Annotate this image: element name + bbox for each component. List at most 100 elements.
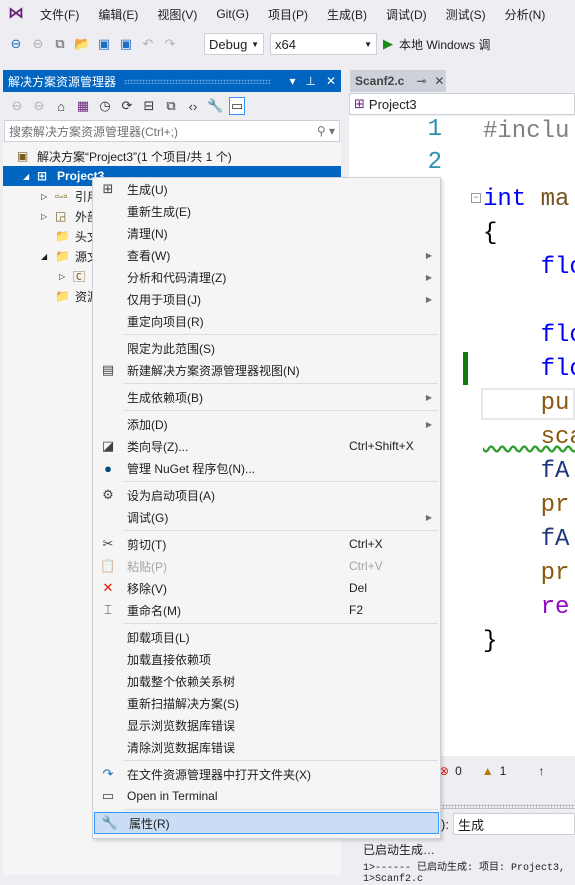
preview-selected-icon[interactable]: ▭	[229, 97, 245, 115]
tree-item[interactable]: ▣ 解决方案“Project3”(1 个项目/共 1 个)	[3, 146, 341, 166]
code-view-icon[interactable]: ‹›	[185, 99, 201, 114]
close-icon[interactable]: ✕	[434, 74, 444, 88]
menu-item[interactable]: 重新扫描解决方案(S)	[93, 692, 440, 714]
back-icon[interactable]: ⊖	[9, 98, 25, 114]
pending-changes-icon[interactable]: ◷	[97, 98, 113, 114]
nav-project: Project3	[368, 96, 417, 112]
menu-item-shortcut: F2	[349, 603, 364, 617]
collapse-icon[interactable]: −	[471, 193, 481, 203]
menu-2[interactable]: 视图(V)	[157, 6, 197, 23]
menu-item[interactable]: ✕ 移除(V) Del	[93, 577, 440, 599]
code-line: pu	[483, 387, 570, 421]
expander-icon[interactable]: ▷	[59, 272, 65, 281]
dropdown-icon[interactable]: ▾	[289, 74, 295, 88]
menu-item[interactable]: ⚙ 设为启动项目(A)	[93, 484, 440, 506]
menu-item[interactable]: 🔧 属性(R)	[94, 812, 439, 834]
expander-icon[interactable]: ▷	[41, 212, 47, 221]
menu-item[interactable]: 重新生成(E)	[93, 200, 440, 222]
line-number: 1	[427, 116, 442, 143]
menu-item[interactable]: 限定为此范围(S)	[93, 337, 440, 359]
output-source-select[interactable]: 生成	[452, 813, 575, 835]
menu-item[interactable]: 重定向项目(R)	[93, 310, 440, 332]
menu-item[interactable]: 加载整个依赖关系树	[93, 670, 440, 692]
configuration-select[interactable]: Debug ▼	[204, 33, 264, 55]
forward-icon[interactable]: ⊖	[31, 98, 47, 114]
undo-icon[interactable]: ↶	[140, 36, 156, 52]
refresh-icon[interactable]: ⟳	[119, 98, 135, 114]
new-project-icon[interactable]: ⧉	[52, 36, 68, 52]
forward-icon[interactable]: ⊖	[30, 36, 46, 52]
menu-item[interactable]: ● 管理 NuGet 程序包(N)...	[93, 457, 440, 479]
menu-item[interactable]: ◪ 类向导(Z)... Ctrl+Shift+X	[93, 435, 440, 457]
output-line: 1>------ 已启动生成: 项目: Project3,	[363, 863, 566, 874]
menu-item[interactable]: ▤ 新建解决方案资源管理器视图(N)	[93, 359, 440, 381]
menu-item[interactable]: 分析和代码清理(Z) ▶	[93, 266, 440, 288]
expander-icon[interactable]: ◢	[23, 172, 29, 181]
pin-icon[interactable]: ⊸	[416, 74, 426, 88]
pin-icon[interactable]: ⊥	[305, 74, 315, 88]
menu-item[interactable]: 仅用于项目(J) ▶	[93, 288, 440, 310]
output-source-label: ):	[441, 816, 449, 832]
menu-item[interactable]: 显示浏览数据库错误	[93, 714, 440, 736]
solution-search-input[interactable]: 搜索解决方案资源管理器(Ctrl+;) ⚲ ▾	[4, 120, 340, 142]
redo-icon[interactable]: ↷	[162, 36, 178, 52]
menu-item[interactable]: 调试(G) ▶	[93, 506, 440, 528]
build-icon: ⊞	[102, 181, 114, 196]
menu-5[interactable]: 生成(B)	[327, 6, 367, 23]
save-icon[interactable]: ▣	[96, 36, 112, 52]
tab-scanf2-c[interactable]: Scanf2.c ⊸ ✕	[350, 70, 446, 92]
collapse-all-icon[interactable]: ⊟	[141, 98, 157, 114]
up-arrow-icon[interactable]: ↑	[538, 764, 544, 778]
code-line: int ma	[483, 183, 569, 217]
search-icon: ⚲ ▾	[316, 124, 335, 138]
wrench-icon[interactable]: 🔧	[207, 98, 223, 114]
menu-0[interactable]: 文件(F)	[40, 6, 79, 23]
code-line: fA	[483, 455, 570, 489]
close-icon[interactable]: ✕	[326, 74, 336, 88]
scissors-icon: ✂	[102, 536, 114, 551]
menu-item[interactable]: 加载直接依赖项	[93, 648, 440, 670]
menu-4[interactable]: 项目(P)	[268, 6, 308, 23]
show-all-files-icon[interactable]: ⧉	[163, 98, 179, 114]
open-file-icon[interactable]: 📂	[74, 36, 90, 52]
filter-folder-icon: 📁	[55, 229, 70, 243]
code-line: #inclu	[483, 115, 569, 149]
code-line: }	[483, 625, 497, 659]
run-button[interactable]: 本地 Windows 调	[399, 36, 490, 53]
play-icon[interactable]: ▶	[383, 36, 393, 52]
submenu-arrow-icon: ▶	[425, 250, 432, 260]
menu-item[interactable]: 添加(D) ▶	[93, 413, 440, 435]
menu-item[interactable]: ✂ 剪切(T) Ctrl+X	[93, 533, 440, 555]
platform-select[interactable]: x64 ▼	[270, 33, 377, 55]
menu-item[interactable]: 📋 粘贴(P) Ctrl+V	[93, 555, 440, 577]
back-icon[interactable]: ⊖	[8, 36, 24, 52]
menu-item[interactable]: ⌶ 重命名(M) F2	[93, 599, 440, 621]
menu-6[interactable]: 调试(D)	[386, 6, 427, 23]
menu-item[interactable]: ⊞ 生成(U)	[93, 178, 440, 200]
menu-8[interactable]: 分析(N)	[505, 6, 546, 23]
menu-item[interactable]: 清除浏览数据库错误	[93, 736, 440, 758]
output-source-value: 生成	[457, 817, 484, 833]
menu-item[interactable]: ▭ Open in Terminal	[93, 785, 440, 807]
external-deps-icon: ◲	[55, 209, 67, 223]
switch-view-icon[interactable]: ▦	[75, 98, 91, 114]
menu-item-label: 属性(R)	[129, 816, 170, 831]
warning-icon[interactable]: ▲	[482, 764, 494, 778]
project-nav-dropdown[interactable]: ⊞ Project3	[349, 93, 575, 115]
menu-item[interactable]: 查看(W) ▶	[93, 244, 440, 266]
expander-icon[interactable]: ◢	[41, 252, 47, 261]
output-line: 已启动生成…	[363, 843, 436, 857]
expander-icon[interactable]: ▷	[41, 192, 47, 201]
menu-item[interactable]: ↷ 在文件资源管理器中打开文件夹(X)	[93, 763, 440, 785]
menu-item[interactable]: 清理(N)	[93, 222, 440, 244]
menu-item-label: 查看(W)	[127, 248, 171, 263]
save-all-icon[interactable]: ▣	[118, 36, 134, 52]
menu-item[interactable]: 卸载项目(L)	[93, 626, 440, 648]
menu-3[interactable]: Git(G)	[216, 7, 249, 21]
solution-explorer-toolbar: ⊖ ⊖ ⌂ ▦ ◷ ⟳ ⊟ ⧉ ‹› 🔧 ▭	[3, 92, 341, 120]
menu-item[interactable]: 生成依赖项(B) ▶	[93, 386, 440, 408]
submenu-arrow-icon: ▶	[425, 512, 432, 522]
menu-1[interactable]: 编辑(E)	[98, 6, 138, 23]
menu-7[interactable]: 测试(S)	[446, 6, 486, 23]
home-icon[interactable]: ⌂	[53, 99, 69, 114]
